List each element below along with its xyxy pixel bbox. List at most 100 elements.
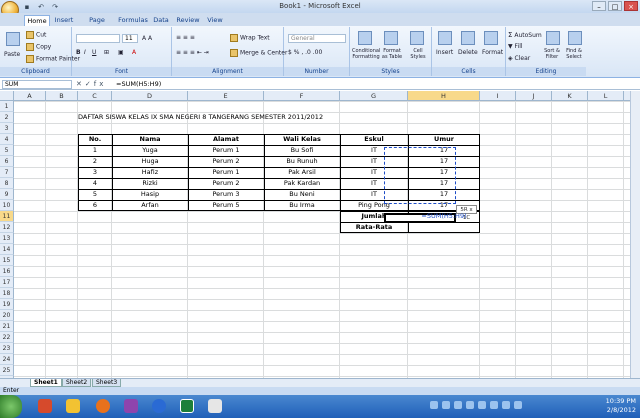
find-select-button[interactable]: Find & Select	[562, 48, 586, 60]
volume-icon[interactable]	[514, 401, 522, 409]
italic-button[interactable]: I	[84, 49, 86, 56]
table-header-cell[interactable]: Wali Kelas	[264, 134, 340, 145]
tab-formulas[interactable]: Formulas	[118, 15, 148, 26]
grow-font-icon[interactable]: A A	[142, 35, 152, 42]
row-header-22[interactable]: 22	[0, 332, 14, 343]
rata-rata-label[interactable]: Rata-Rata	[340, 222, 408, 233]
column-header-a[interactable]: A	[14, 91, 46, 101]
fill-button[interactable]: ▼ Fill	[508, 43, 523, 50]
column-header-h[interactable]: H	[408, 91, 480, 101]
worksheet-grid[interactable]: ABCDEFGHIJKLM123456789101112131415161718…	[0, 91, 630, 378]
table-cell[interactable]: 2	[78, 156, 112, 167]
row-header-18[interactable]: 18	[0, 288, 14, 299]
table-header-cell[interactable]: Nama	[112, 134, 188, 145]
folder-icon[interactable]	[66, 399, 80, 413]
tab-data[interactable]: Data	[150, 15, 172, 26]
tray-icon[interactable]	[502, 401, 510, 409]
table-cell[interactable]: 6	[78, 200, 112, 211]
row-header-12[interactable]: 12	[0, 222, 14, 233]
start-button[interactable]	[0, 395, 22, 418]
font-name-select[interactable]	[76, 34, 120, 43]
sheet-heading[interactable]: DAFTAR SISWA KELAS IX SMA NEGERI 8 TANGE…	[78, 112, 323, 123]
tray-icon[interactable]	[478, 401, 486, 409]
wrap-text-button[interactable]: Wrap Text	[230, 34, 270, 42]
row-header-25[interactable]: 25	[0, 365, 14, 376]
minimize-icon[interactable]: –	[592, 1, 606, 11]
align-left-icon[interactable]: ≡ ≡ ≡ ⇤ ⇥	[176, 49, 209, 56]
jumlah-formula-cell[interactable]: =SUM(H5:H9)	[408, 211, 480, 222]
find-select-icon[interactable]	[568, 31, 582, 45]
table-cell[interactable]: Hafiz	[112, 167, 188, 178]
row-header-6[interactable]: 6	[0, 156, 14, 167]
row-header-13[interactable]: 13	[0, 233, 14, 244]
tab-view[interactable]: View	[204, 15, 226, 26]
delete-cells-button[interactable]: Delete	[458, 49, 478, 56]
row-header-17[interactable]: 17	[0, 277, 14, 288]
sheet-tab-2[interactable]: Sheet2	[62, 379, 92, 387]
cut-button[interactable]: Cut	[26, 31, 46, 39]
row-header-4[interactable]: 4	[0, 134, 14, 145]
column-header-g[interactable]: G	[340, 91, 408, 101]
row-header-15[interactable]: 15	[0, 255, 14, 266]
tray-icon[interactable]	[430, 401, 438, 409]
tab-page-layout[interactable]: Page Layout	[78, 15, 116, 35]
row-header-7[interactable]: 7	[0, 167, 14, 178]
table-cell[interactable]: 3	[78, 167, 112, 178]
table-cell[interactable]: Bu Runuh	[264, 156, 340, 167]
row-header-5[interactable]: 5	[0, 145, 14, 156]
cell-styles-icon[interactable]	[410, 31, 424, 45]
maximize-icon[interactable]: □	[608, 1, 622, 11]
table-cell[interactable]: 4	[78, 178, 112, 189]
table-header-cell[interactable]: Alamat	[188, 134, 264, 145]
table-cell[interactable]: Arfan	[112, 200, 188, 211]
row-header-14[interactable]: 14	[0, 244, 14, 255]
row-header-10[interactable]: 10	[0, 200, 14, 211]
sheet-tab-3[interactable]: Sheet3	[92, 379, 122, 387]
paste-icon[interactable]	[6, 32, 20, 46]
table-cell[interactable]: Perum 5	[188, 200, 264, 211]
name-box[interactable]: SUM	[2, 80, 72, 89]
format-cells-button[interactable]: Format	[482, 49, 503, 56]
row-header-19[interactable]: 19	[0, 299, 14, 310]
table-cell[interactable]: Perum 3	[188, 189, 264, 200]
rata-rata-value[interactable]	[408, 222, 480, 233]
column-header-i[interactable]: I	[480, 91, 516, 101]
column-header-j[interactable]: J	[516, 91, 552, 101]
table-cell[interactable]: Bu Sofi	[264, 145, 340, 156]
row-header-11[interactable]: 11	[0, 211, 14, 222]
font-color-icon[interactable]: A	[132, 49, 136, 56]
number-format-select[interactable]: General	[288, 34, 346, 43]
column-header-b[interactable]: B	[46, 91, 78, 101]
delete-cells-icon[interactable]	[461, 31, 475, 45]
underline-button[interactable]: U	[92, 49, 96, 56]
insert-cells-icon[interactable]	[438, 31, 452, 45]
table-cell[interactable]: 1	[78, 145, 112, 156]
tray-icon[interactable]	[454, 401, 462, 409]
formula-input[interactable]: =SUM(H5:H9)	[116, 80, 161, 89]
table-header-cell[interactable]: Eskul	[340, 134, 408, 145]
row-header-23[interactable]: 23	[0, 343, 14, 354]
table-cell[interactable]: Hasip	[112, 189, 188, 200]
format-cells-icon[interactable]	[484, 31, 498, 45]
bold-button[interactable]: B	[76, 49, 81, 56]
format-as-table-button[interactable]: Format as Table	[380, 48, 404, 60]
vertical-scrollbar[interactable]	[630, 91, 640, 378]
sort-filter-icon[interactable]	[546, 31, 560, 45]
column-header-e[interactable]: E	[188, 91, 264, 101]
row-header-3[interactable]: 3	[0, 123, 14, 134]
office-taskbar-icon[interactable]	[38, 399, 52, 413]
formula-icons[interactable]: ✕✓fx	[76, 80, 106, 88]
table-header-cell[interactable]: Umur	[408, 134, 480, 145]
select-all-corner[interactable]	[0, 91, 14, 101]
tab-home[interactable]: Home	[24, 15, 50, 26]
sort-filter-button[interactable]: Sort & Filter	[540, 48, 564, 60]
row-header-20[interactable]: 20	[0, 310, 14, 321]
merge-center-button[interactable]: Merge & Center	[230, 49, 287, 57]
row-header-2[interactable]: 2	[0, 112, 14, 123]
table-cell[interactable]: Perum 1	[188, 145, 264, 156]
tab-insert[interactable]: Insert	[52, 15, 76, 26]
paint-icon[interactable]	[208, 399, 222, 413]
conditional-formatting-button[interactable]: Conditional Formatting	[352, 48, 380, 60]
tray-icon[interactable]	[466, 401, 474, 409]
font-size-select[interactable]: 11	[122, 34, 138, 43]
